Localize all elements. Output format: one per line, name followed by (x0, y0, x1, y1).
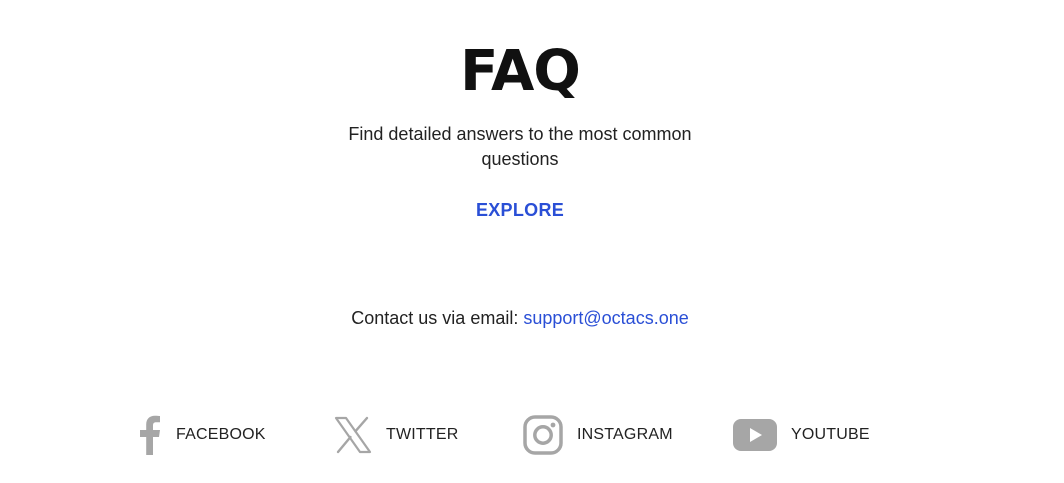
social-link-facebook[interactable]: FACEBOOK (138, 412, 266, 458)
youtube-icon (733, 419, 777, 451)
contact-email-link[interactable]: support@octacs.one (523, 308, 688, 328)
page-title: FAQ (460, 39, 581, 104)
social-link-twitter[interactable]: TWITTER (334, 412, 459, 458)
social-label-instagram: INSTAGRAM (577, 426, 673, 443)
explore-link[interactable]: EXPLORE (0, 198, 1040, 222)
contact-line: Contact us via email: support@octacs.one (0, 306, 1040, 330)
contact-prefix: Contact us via email: (351, 308, 519, 328)
social-link-youtube[interactable]: YOUTUBE (733, 412, 870, 458)
faq-subtitle: Find detailed answers to the most common… (348, 124, 692, 169)
social-label-facebook: FACEBOOK (176, 426, 266, 443)
facebook-icon (138, 415, 162, 455)
social-label-twitter: TWITTER (386, 426, 459, 443)
social-label-youtube: YOUTUBE (791, 426, 870, 443)
instagram-icon (523, 415, 563, 455)
x-twitter-icon (334, 416, 372, 454)
social-link-instagram[interactable]: INSTAGRAM (523, 412, 673, 458)
